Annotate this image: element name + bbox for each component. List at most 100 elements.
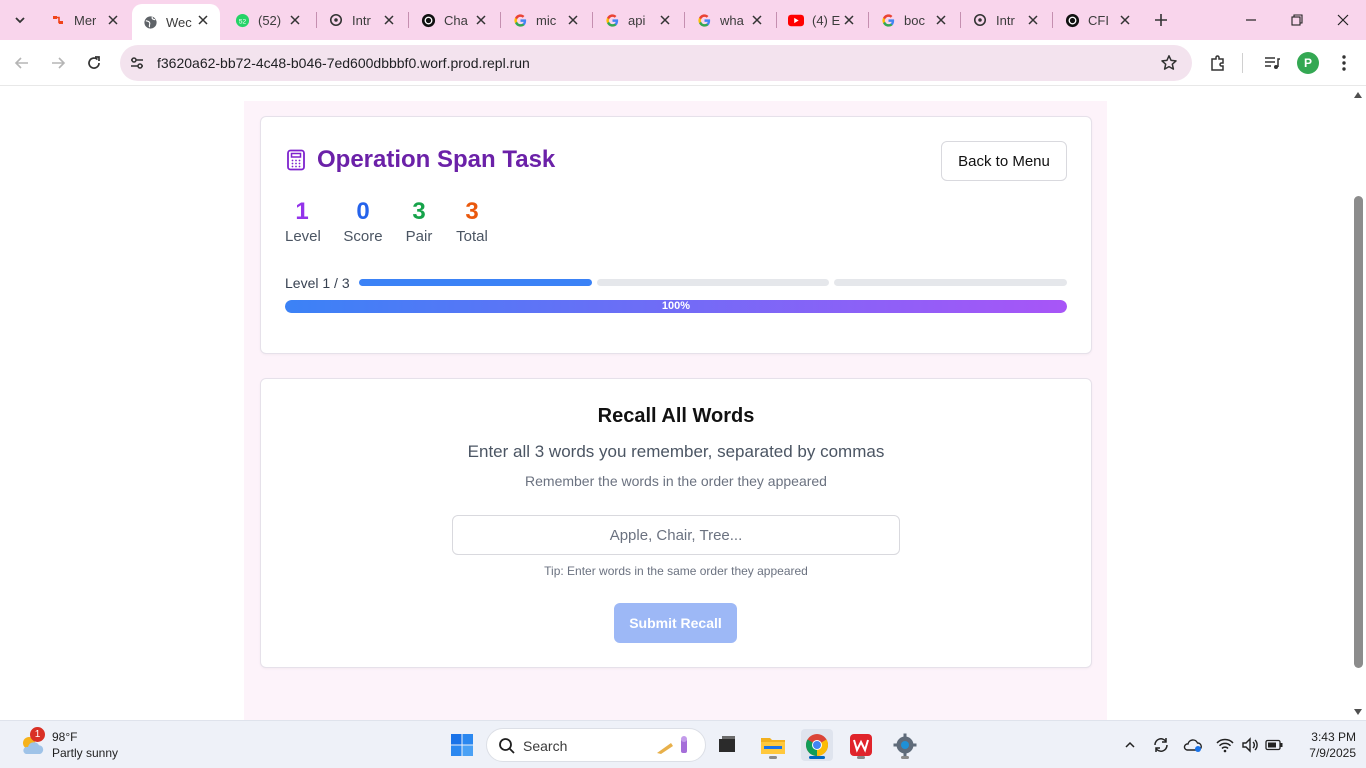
close-tab-icon[interactable] [382,13,396,27]
close-tab-icon[interactable] [106,13,120,27]
tab-11[interactable]: Intr [962,0,1050,40]
page-title: Operation Span Task [317,146,556,173]
chevron-up-icon [1125,741,1135,748]
scroll-up-arrow-icon[interactable] [1353,91,1363,99]
close-tab-icon[interactable] [934,13,948,27]
tab-6[interactable]: mic [502,0,590,40]
running-indicator [857,756,865,759]
taskbar-search[interactable]: Search [486,728,706,762]
battery-icon [1265,739,1283,751]
close-tab-icon[interactable] [474,13,488,27]
close-tab-icon[interactable] [1026,13,1040,27]
address-bar[interactable]: f3620a62-bb72-4c48-b046-7ed600dbbbf0.wor… [120,45,1192,81]
progress-percent-label: 100% [661,300,691,312]
scrollbar-thumb[interactable] [1354,196,1363,668]
submit-recall-button[interactable]: Submit Recall [614,603,737,643]
tab-8[interactable]: wha [686,0,774,40]
close-tab-icon[interactable] [196,13,210,27]
taskbar-app-settings[interactable] [889,729,921,761]
forward-nav-button[interactable] [44,49,72,77]
tab-title: (52) [258,12,282,28]
tab-title: api [628,12,646,28]
stat-label: Level [285,228,321,245]
reload-button[interactable] [80,49,108,77]
tab-4[interactable]: Intr [318,0,406,40]
taskbar-app-file-explorer[interactable] [757,729,789,761]
tab-3[interactable]: 52 (52) [224,0,312,40]
whatsapp-icon: 52 [234,12,250,28]
tab-10[interactable]: boc [870,0,958,40]
stat-level: 1 Level [285,198,321,245]
restore-button[interactable] [1274,0,1320,40]
stat-total: 3 Total [455,198,489,245]
tab-2-active[interactable]: Wec [132,4,220,40]
close-tab-icon[interactable] [288,13,302,27]
chatgpt-icon [1064,12,1080,28]
arrow-left-icon [14,57,28,69]
close-window-button[interactable] [1320,0,1366,40]
back-to-menu-button[interactable]: Back to Menu [941,141,1067,181]
task-view-icon [719,736,735,752]
taskbar-app-wps[interactable] [845,729,877,761]
tab-title: mic [536,12,557,28]
profile-avatar[interactable]: P [1297,52,1319,74]
level-segment [596,279,830,286]
tray-onedrive-button[interactable] [1182,734,1204,756]
minimize-button[interactable] [1228,0,1274,40]
chrome-icon [806,734,828,756]
tab-12[interactable]: CFI [1054,0,1142,40]
chrome-menu-button[interactable] [1332,51,1356,75]
tray-wifi-button[interactable] [1214,734,1236,756]
tab-separator [316,12,317,28]
extensions-button[interactable] [1206,51,1230,75]
weather-widget[interactable]: 1 98°F Partly sunny [18,727,148,762]
tab-search-button[interactable] [6,6,34,34]
close-tab-icon[interactable] [1118,13,1132,27]
tray-sync-icon-button[interactable] [1150,734,1172,756]
recall-hint: Remember the words in the order they app… [525,473,827,489]
folder-icon [761,738,785,754]
system-clock[interactable]: 3:43 PM 7/9/2025 [1290,729,1356,761]
tab-9[interactable]: (4) E [778,0,866,40]
page-viewport: Operation Span Task Back to Menu 1 Level… [0,87,1350,720]
close-tab-icon[interactable] [566,13,580,27]
stat-label: Total [456,228,488,245]
recall-words-input[interactable] [452,515,900,555]
tab-title: boc [904,12,925,28]
close-tab-icon[interactable] [842,13,856,27]
tab-title: Mer [74,12,97,28]
level-segment [359,279,592,286]
media-control-button[interactable] [1260,51,1284,75]
bookmark-star-icon[interactable] [1160,54,1178,72]
calculator-icon [287,149,305,171]
tray-volume-button[interactable] [1239,734,1261,756]
tab-title: Intr [996,12,1015,28]
back-nav-button[interactable] [8,49,36,77]
toolbar-divider [1242,53,1243,73]
close-tab-icon[interactable] [658,13,672,27]
start-button[interactable] [446,729,478,761]
level-progress-row: Level 1 / 3 [285,275,1067,291]
close-tab-icon[interactable] [750,13,764,27]
taskbar-app-task-view[interactable] [711,729,743,761]
taskbar-app-chrome[interactable] [801,729,833,761]
new-tab-button[interactable] [1149,8,1173,32]
wps-office-icon [850,734,872,756]
url-text: f3620a62-bb72-4c48-b046-7ed600dbbbf0.wor… [157,55,530,71]
recall-tip: Tip: Enter words in the same order they … [544,564,808,578]
close-icon [1337,14,1349,26]
restore-icon [1291,14,1303,26]
tab-title: (4) E [812,12,841,28]
openai-icon [972,12,988,28]
clock-time: 3:43 PM [1311,730,1356,744]
scroll-down-arrow-icon[interactable] [1353,708,1363,716]
show-hidden-icons-button[interactable] [1119,734,1141,756]
tab-7[interactable]: api [594,0,682,40]
sync-icon [1154,738,1168,752]
tab-1[interactable]: Mer [40,0,130,40]
weather-temp: 98°F [52,730,78,744]
youtube-icon [788,12,804,28]
tab-5[interactable]: Cha [410,0,498,40]
tray-battery-button[interactable] [1263,734,1285,756]
site-info-icon[interactable] [128,54,146,72]
